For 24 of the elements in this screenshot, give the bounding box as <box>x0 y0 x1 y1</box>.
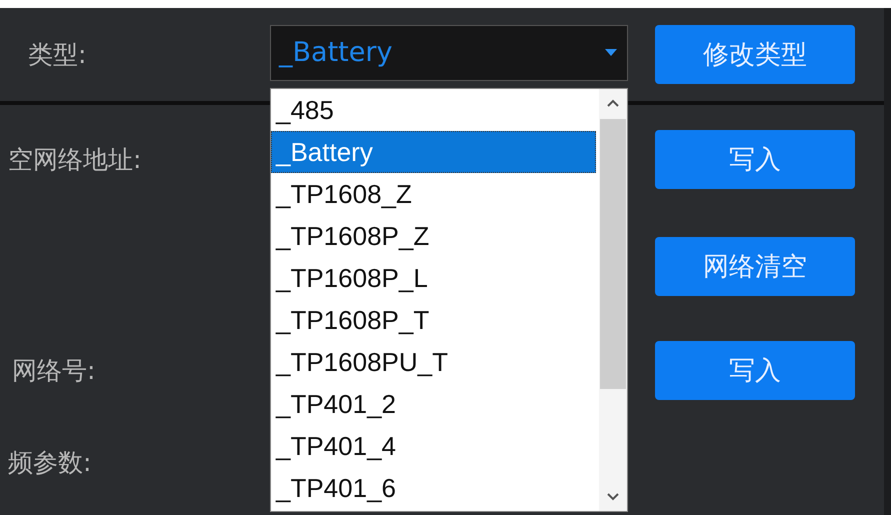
field-label: 空网络地址: <box>8 144 142 176</box>
action-button[interactable]: 网络清空 <box>655 236 855 296</box>
field-label: 网络号: <box>12 354 96 386</box>
dropdown-option[interactable]: _TP401_4 <box>271 425 596 467</box>
dropdown-option[interactable]: _TP401_2 <box>271 383 596 425</box>
action-button[interactable]: 写入 <box>655 130 855 189</box>
dropdown-option[interactable]: _Battery <box>271 131 596 173</box>
dropdown-option[interactable]: _TP1608P_Z <box>271 215 596 257</box>
scroll-down-icon[interactable] <box>607 493 619 501</box>
action-button[interactable]: 写入 <box>655 340 855 400</box>
type-dropdown[interactable]: _Battery <box>270 24 628 80</box>
dropdown-option[interactable]: _485 <box>271 89 596 131</box>
field-label: 频参数: <box>8 446 92 478</box>
dropdown-option[interactable]: _TP1608PU_T <box>271 341 596 383</box>
type-label: 类型: <box>28 39 88 71</box>
dropdown-option[interactable]: _TP1608P_T <box>271 299 596 341</box>
dropdown-option[interactable]: _TP401_6 <box>271 467 596 509</box>
dropdown-option[interactable]: _TP1608_Z <box>271 173 596 215</box>
scroll-up-icon[interactable] <box>607 99 619 107</box>
change-type-button[interactable]: 修改类型 <box>655 25 855 84</box>
dropdown-option[interactable]: _TP1608P_L <box>271 257 596 299</box>
dropdown-arrow-icon <box>605 49 617 56</box>
scrollbar[interactable] <box>599 89 627 511</box>
scroll-thumb[interactable] <box>600 119 626 389</box>
